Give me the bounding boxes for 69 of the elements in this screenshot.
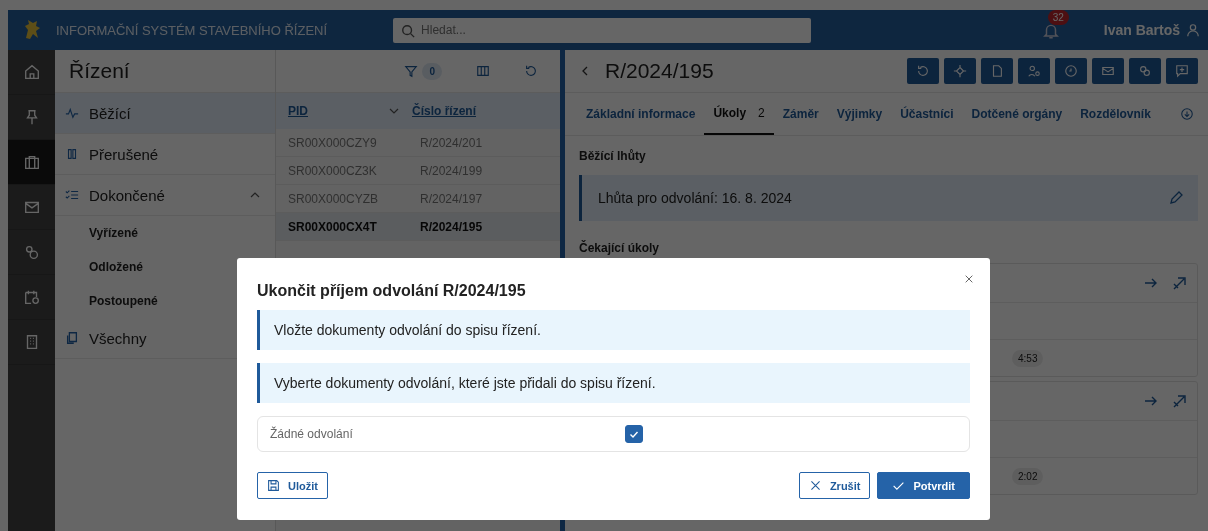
tab[interactable]: Rozdělovník bbox=[1071, 93, 1160, 135]
sidebar-subitem[interactable]: Vyřízené bbox=[55, 216, 275, 250]
assign-icon[interactable] bbox=[1171, 275, 1187, 291]
save-button[interactable]: Uložit bbox=[257, 472, 328, 499]
table-cell: R/2024/195 bbox=[420, 219, 483, 234]
comment-icon bbox=[1175, 64, 1189, 78]
user-icon[interactable] bbox=[1186, 23, 1200, 37]
close-icon bbox=[808, 479, 822, 492]
refresh-icon bbox=[916, 64, 930, 78]
copy-icon bbox=[65, 331, 79, 345]
person-icon bbox=[1027, 64, 1041, 78]
sidebar-item[interactable]: Přerušené bbox=[55, 134, 275, 175]
app-title: INFORMAČNÍ SYSTÉM STAVEBNÍHO ŘÍZENÍ bbox=[56, 22, 328, 38]
mail-button[interactable] bbox=[1092, 58, 1124, 84]
section-title: Řízení bbox=[69, 59, 130, 83]
pencil-icon[interactable] bbox=[1168, 190, 1184, 206]
filter-count: 0 bbox=[422, 62, 442, 80]
briefcase-rail-icon[interactable] bbox=[8, 140, 55, 185]
case-title: R/2024/195 bbox=[605, 59, 714, 83]
coins-button[interactable] bbox=[1129, 58, 1161, 84]
deadline-text: Lhůta pro odvolání: 16. 8. 2024 bbox=[598, 190, 792, 206]
clock-button[interactable] bbox=[1055, 58, 1087, 84]
assign-icon[interactable] bbox=[1171, 393, 1187, 409]
tab[interactable]: Účastníci bbox=[891, 93, 963, 135]
search-icon bbox=[401, 23, 416, 38]
column-header[interactable]: Číslo řízení bbox=[412, 104, 476, 118]
pulse-icon bbox=[65, 106, 79, 120]
option-label: Žádné odvolání bbox=[270, 427, 354, 441]
people-button[interactable] bbox=[1018, 58, 1050, 84]
section-heading: Čekající úkoly bbox=[579, 241, 661, 255]
more-tabs-icon[interactable] bbox=[1180, 107, 1194, 121]
tab[interactable]: Dotčené orgány bbox=[962, 93, 1072, 135]
save-icon bbox=[267, 479, 280, 492]
user-name[interactable]: Ivan Bartoš bbox=[1103, 22, 1180, 38]
dialog-title: Ukončit příjem odvolání R/2024/195 bbox=[257, 282, 527, 300]
comment-button[interactable] bbox=[1166, 58, 1198, 84]
sidebar-item[interactable]: Dokončené bbox=[55, 175, 275, 216]
info-message: Vyberte dokumenty odvolání, které jste přidali do spisu řízení. bbox=[257, 363, 970, 403]
pause-icon bbox=[65, 147, 79, 161]
close-icon[interactable] bbox=[964, 274, 974, 284]
tab[interactable]: Záměr bbox=[773, 93, 828, 135]
column-header[interactable]: PID bbox=[288, 104, 388, 118]
refresh-icon[interactable] bbox=[524, 64, 538, 78]
tab[interactable]: Základní informace bbox=[577, 93, 705, 135]
filter-icon[interactable] bbox=[404, 64, 419, 78]
columns-icon[interactable] bbox=[476, 64, 490, 78]
document-icon bbox=[990, 64, 1004, 78]
sidebar-item[interactable]: Běžící bbox=[55, 93, 275, 134]
confirm-button[interactable]: Potvrdit bbox=[877, 472, 970, 499]
tab[interactable]: Výjimky bbox=[827, 93, 892, 135]
section-heading: Běžící lhůty bbox=[579, 149, 647, 163]
checkbox[interactable] bbox=[625, 425, 643, 443]
notification-badge: 32 bbox=[1047, 10, 1069, 25]
info-message: Vložte dokumenty odvolání do spisu řízení. bbox=[257, 310, 970, 350]
tab[interactable]: Úkoly 2 bbox=[704, 93, 774, 135]
refresh-button[interactable] bbox=[907, 58, 939, 84]
checklist-icon bbox=[65, 188, 79, 202]
coins-icon bbox=[1138, 64, 1152, 78]
document-button[interactable] bbox=[981, 58, 1013, 84]
table-row[interactable]: SR00X000CX4T R/2024/195 bbox=[276, 213, 560, 241]
target-icon bbox=[953, 64, 967, 78]
time-pill: 4:53 bbox=[1012, 349, 1044, 367]
clock-icon bbox=[1064, 64, 1078, 78]
mail-icon bbox=[1101, 64, 1115, 78]
bell-icon[interactable] bbox=[1041, 22, 1060, 40]
cancel-button[interactable]: Zrušit bbox=[798, 472, 871, 499]
target-button[interactable] bbox=[944, 58, 976, 84]
time-pill: 2:02 bbox=[1012, 467, 1044, 485]
table-cell-text: SR00X000CX4T bbox=[288, 219, 378, 234]
